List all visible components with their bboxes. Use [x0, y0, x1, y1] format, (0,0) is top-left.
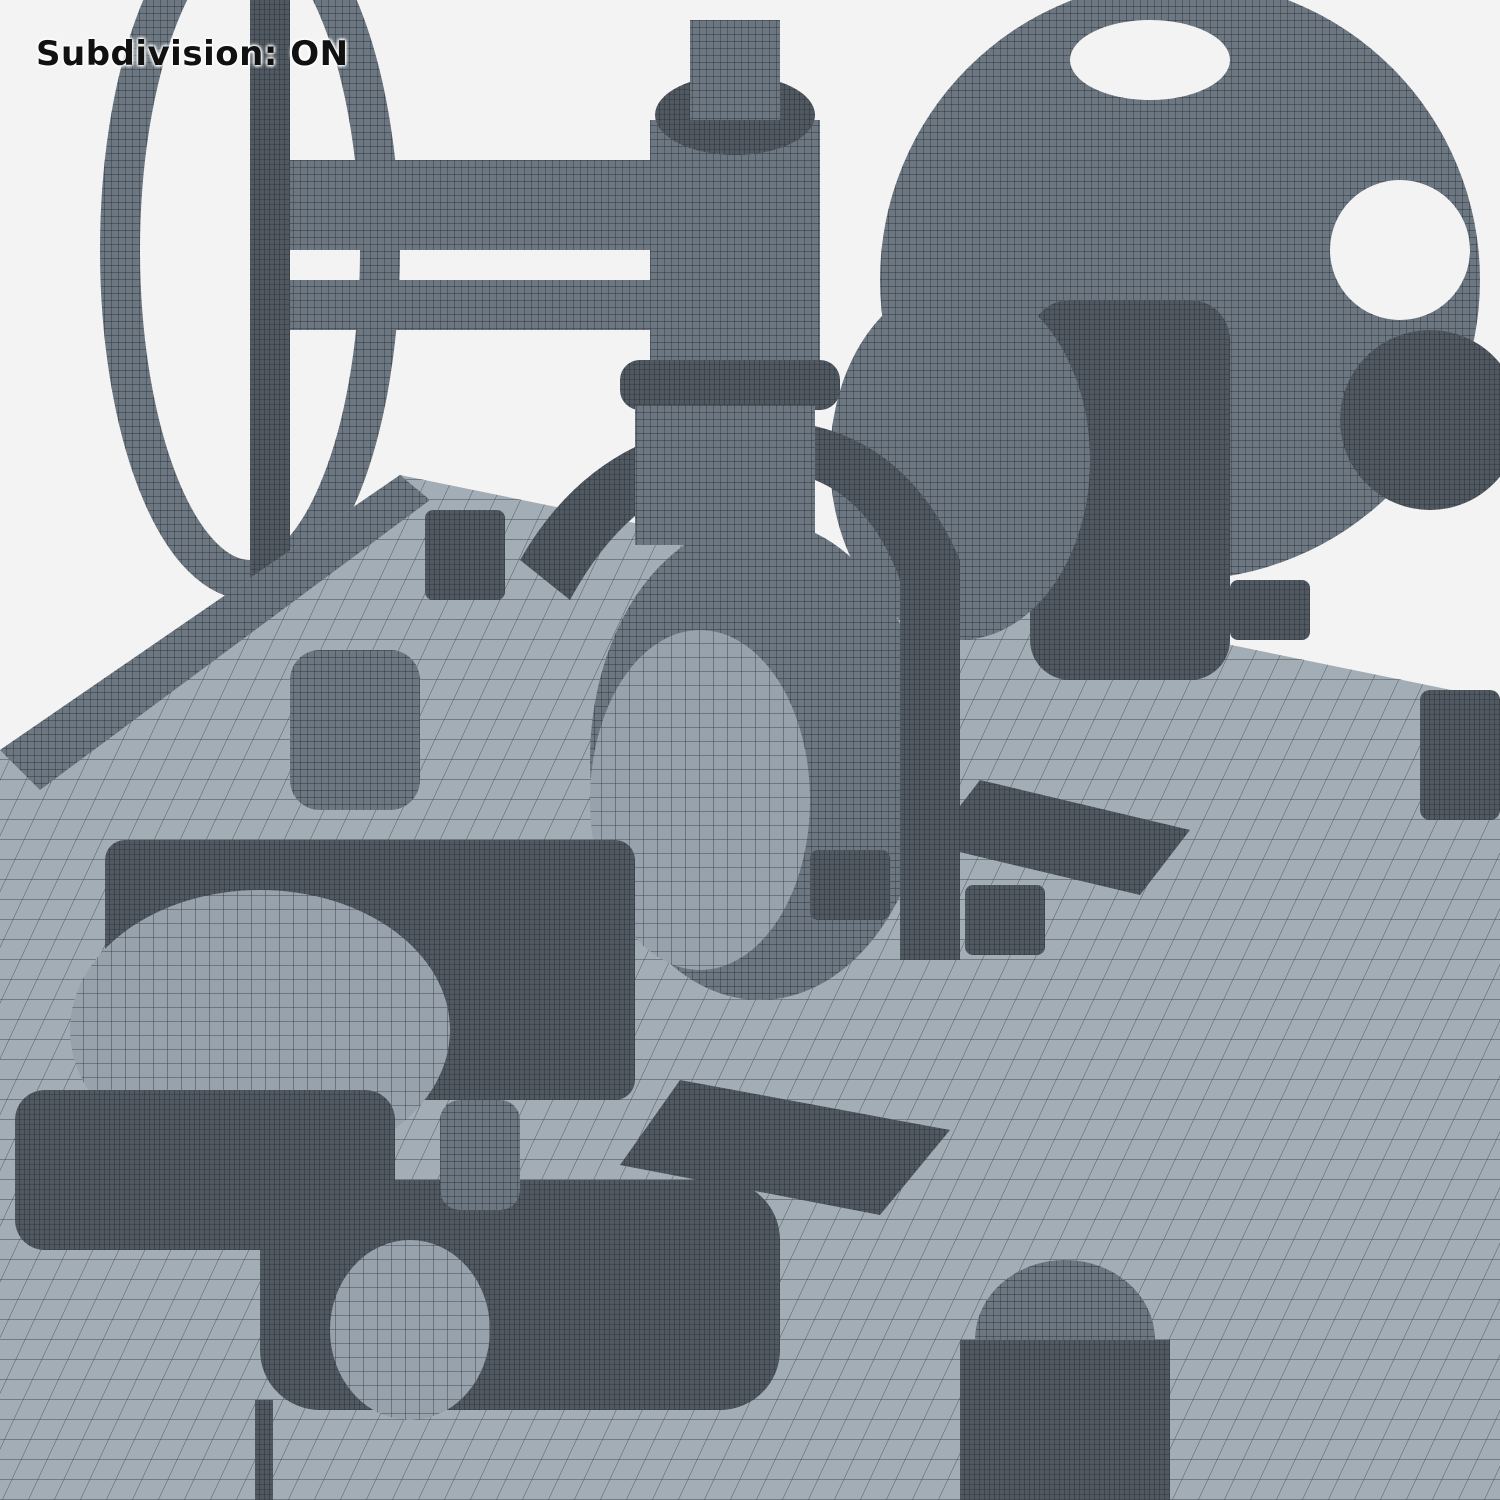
wireframe-engine-render — [0, 0, 1500, 1500]
subdivision-status-label: Subdivision: ON — [36, 34, 349, 74]
connecting-rod-column — [620, 20, 840, 545]
acorn-nut-front — [960, 1260, 1170, 1500]
render-viewport: Subdivision: ON — [0, 0, 1500, 1500]
